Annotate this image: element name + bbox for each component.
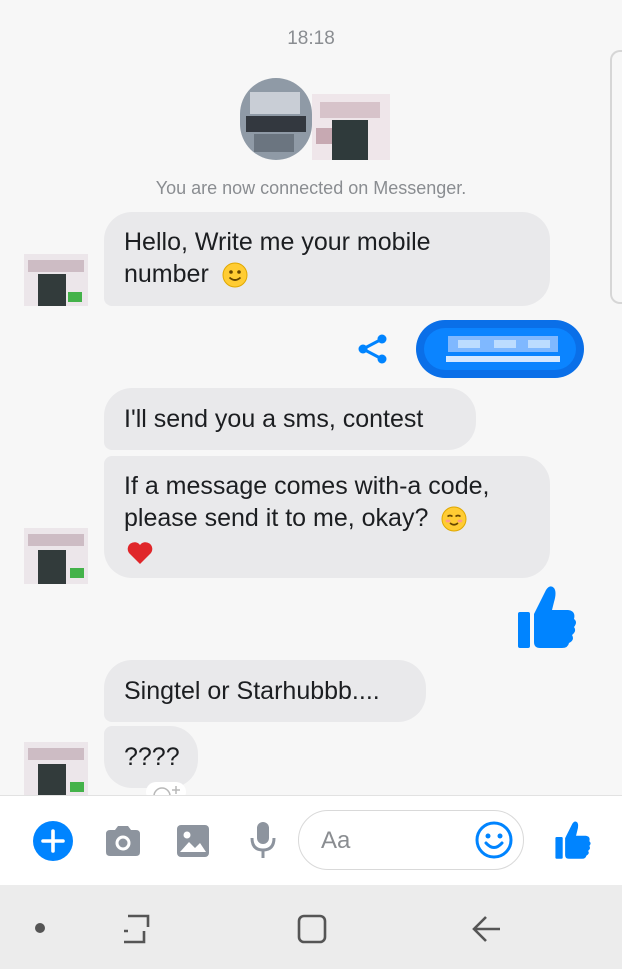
home-icon[interactable] <box>296 913 328 945</box>
message-timestamp: 18:18 <box>287 28 335 49</box>
plus-icon[interactable] <box>32 820 74 862</box>
shared-link-bubble[interactable] <box>416 320 584 378</box>
sender-avatar <box>24 254 88 306</box>
microphone-icon[interactable] <box>248 820 278 860</box>
blush-emoji-icon <box>441 506 467 532</box>
navigation-bar <box>0 885 622 969</box>
recent-apps-icon[interactable] <box>118 913 154 945</box>
back-icon[interactable] <box>470 913 504 945</box>
connection-notice: You are now connected on Messenger. <box>155 178 467 198</box>
heart-emoji-icon <box>127 542 153 564</box>
nav-dot-icon[interactable] <box>33 921 47 935</box>
message-composer <box>0 795 622 886</box>
contact-avatar-small <box>312 94 390 160</box>
camera-icon[interactable] <box>104 824 142 858</box>
chat-area[interactable]: 18:18 You are now connected on Messenger… <box>0 0 622 795</box>
message-bubble[interactable]: I'll send you a sms, contest <box>104 388 476 450</box>
add-reaction-icon[interactable] <box>146 782 186 795</box>
message-bubble[interactable]: Hello, Write me your mobile number <box>104 212 550 306</box>
message-text: ???? <box>124 743 180 771</box>
thumbs-up-icon <box>518 586 576 648</box>
message-input-box[interactable] <box>298 810 524 870</box>
message-bubble[interactable]: Singtel or Starhubbb.... <box>104 660 426 722</box>
message-text: If a message comes with-a code, <box>124 472 490 500</box>
message-input[interactable] <box>319 826 473 856</box>
sender-avatar <box>24 742 88 795</box>
image-icon[interactable] <box>176 824 210 858</box>
message-bubble[interactable]: If a message comes with-a code, please s… <box>104 456 550 578</box>
message-text: Singtel or Starhubbb.... <box>124 677 380 705</box>
sender-avatar <box>24 528 88 584</box>
slight-smile-emoji-icon <box>222 262 248 288</box>
message-text: number <box>124 260 209 288</box>
message-text: I'll send you a sms, contest <box>124 405 424 433</box>
smiley-icon[interactable] <box>475 821 513 859</box>
scroll-indicator <box>610 50 622 304</box>
message-text: please send it to me, okay? <box>124 504 429 532</box>
contact-avatar-large <box>240 78 312 160</box>
message-text: Hello, Write me your mobile <box>124 228 431 256</box>
message-bubble[interactable]: ???? <box>104 726 198 788</box>
thumbs-up-icon[interactable] <box>554 820 592 860</box>
share-icon[interactable] <box>356 332 390 366</box>
